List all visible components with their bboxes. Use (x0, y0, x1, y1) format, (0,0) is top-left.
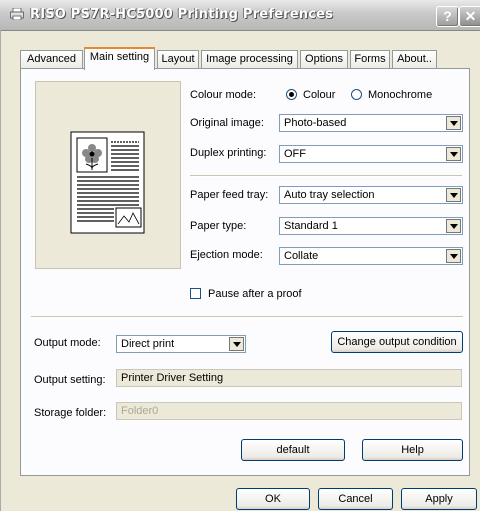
output-setting-field: Printer Driver Setting (116, 369, 462, 387)
ejection-mode-label: Ejection mode: (190, 249, 263, 261)
colour-mode-label: Colour mode: (190, 89, 257, 101)
chevron-down-icon[interactable] (446, 219, 461, 233)
output-setting-value: Printer Driver Setting (121, 372, 224, 384)
pause-after-proof-checkbox[interactable] (190, 288, 201, 299)
change-output-condition-button[interactable]: Change output condition (331, 331, 463, 353)
tab-main-setting[interactable]: Main setting (84, 47, 155, 70)
tab-label: Layout (161, 53, 195, 65)
cancel-button[interactable]: Cancel (318, 488, 393, 510)
tab-label: Main setting (89, 51, 150, 63)
main-setting-panel: Colour mode: Colour Monochrome Original … (20, 68, 470, 476)
chevron-down-icon[interactable] (229, 337, 244, 351)
paper-feed-tray-label: Paper feed tray: (190, 189, 269, 201)
monochrome-radio[interactable] (351, 89, 362, 100)
tab-options[interactable]: Options (300, 50, 348, 68)
monochrome-radio-label[interactable]: Monochrome (368, 89, 432, 101)
help-button[interactable]: Help (362, 439, 463, 461)
paper-type-value: Standard 1 (284, 220, 338, 232)
chevron-down-icon[interactable] (446, 147, 461, 161)
ok-button[interactable]: OK (236, 488, 310, 510)
output-mode-select[interactable]: Direct print (116, 335, 246, 353)
original-image-label: Original image: (190, 117, 264, 129)
page-preview-image (70, 131, 145, 234)
chevron-down-icon[interactable] (446, 116, 461, 130)
original-image-select[interactable]: Photo-based (279, 114, 463, 132)
help-icon: ? (443, 8, 452, 24)
chevron-down-icon[interactable] (446, 188, 461, 202)
window-title: RISO PS7R-HC5000 Printing Preferences (30, 7, 334, 22)
tab-advanced[interactable]: Advanced (20, 50, 83, 68)
tab-label: Image processing (206, 53, 293, 65)
tab-label: About.. (397, 53, 432, 65)
paper-type-label: Paper type: (190, 220, 247, 232)
output-mode-label: Output mode: (34, 337, 101, 349)
tab-label: Options (305, 53, 343, 65)
apply-button[interactable]: Apply (401, 488, 477, 510)
page-preview (35, 81, 181, 269)
help-title-button[interactable]: ? (436, 6, 459, 27)
printer-icon (10, 8, 24, 20)
pause-after-proof-label[interactable]: Pause after a proof (208, 288, 302, 300)
tab-label: Forms (354, 53, 386, 65)
duplex-printing-value: OFF (284, 148, 306, 160)
duplex-printing-select[interactable]: OFF (279, 145, 463, 163)
separator (190, 175, 462, 177)
paper-feed-tray-select[interactable]: Auto tray selection (279, 186, 463, 204)
separator (31, 316, 463, 318)
storage-folder-value: Folder0 (121, 405, 159, 417)
close-button[interactable]: ✕ (459, 6, 480, 27)
tab-forms[interactable]: Forms (350, 50, 390, 68)
colour-radio[interactable] (286, 89, 297, 100)
chevron-down-icon[interactable] (446, 249, 461, 263)
paper-type-select[interactable]: Standard 1 (279, 217, 463, 235)
ejection-mode-select[interactable]: Collate (279, 247, 463, 265)
duplex-printing-label: Duplex printing: (190, 147, 267, 159)
tab-label: Advanced (27, 53, 76, 65)
storage-folder-field: Folder0 (116, 402, 462, 420)
storage-folder-label: Storage folder: (34, 407, 107, 419)
close-icon: ✕ (464, 8, 477, 24)
paper-feed-tray-value: Auto tray selection (284, 189, 375, 201)
ejection-mode-value: Collate (284, 250, 319, 262)
colour-radio-label[interactable]: Colour (303, 89, 335, 101)
default-button[interactable]: default (241, 439, 345, 461)
tab-layout[interactable]: Layout (157, 50, 199, 68)
title-bar: RISO PS7R-HC5000 Printing Preferences ? … (0, 0, 480, 31)
tab-image-processing[interactable]: Image processing (201, 50, 298, 68)
tab-about[interactable]: About.. (392, 50, 437, 68)
original-image-value: Photo-based (284, 117, 347, 129)
output-mode-value: Direct print (121, 338, 175, 350)
output-setting-label: Output setting: (34, 374, 106, 386)
